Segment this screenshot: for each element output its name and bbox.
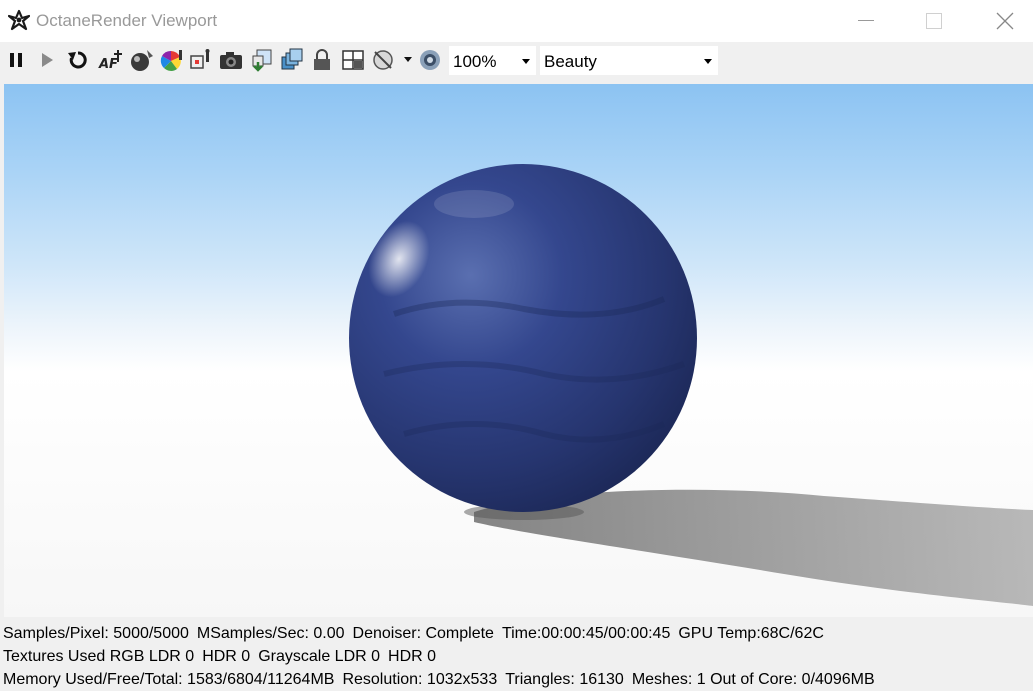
denoiser-status: Denoiser: Complete <box>352 625 494 642</box>
resolution-status: Resolution: 1032x533 <box>342 671 498 688</box>
export-button[interactable] <box>248 46 276 74</box>
close-button[interactable] <box>982 0 1028 42</box>
window-title: OctaneRender Viewport <box>36 11 218 30</box>
render-pass-select[interactable]: Beauty <box>539 45 719 76</box>
svg-text:AF: AF <box>98 57 118 72</box>
rendered-scene <box>349 164 1033 606</box>
color-picker-button[interactable] <box>158 46 186 74</box>
restart-button[interactable] <box>64 46 92 74</box>
clay-mode-icon <box>373 50 393 70</box>
toolbar: AF 100% Beauty <box>0 42 1033 78</box>
chevron-down-icon <box>404 57 412 62</box>
triangles-status: Triangles: 16130 <box>505 671 624 688</box>
autofocus-button[interactable]: AF <box>97 46 125 74</box>
minimize-button[interactable] <box>843 0 889 42</box>
color-picker-icon <box>160 50 182 71</box>
out-of-core-status: Out of Core: 0/4096MB <box>710 671 875 688</box>
textures-rgb-status: Textures Used RGB LDR 0 <box>3 648 195 665</box>
settings-button[interactable] <box>416 46 444 74</box>
export-icon <box>252 49 272 72</box>
samples-status: Samples/Pixel: 5000/5000 <box>3 625 189 642</box>
region-button[interactable] <box>340 46 368 74</box>
textures-gray-status: Grayscale LDR 0 <box>258 648 381 665</box>
layers-icon <box>281 48 303 70</box>
autofocus-icon: AF <box>98 50 122 72</box>
sphere <box>349 164 697 512</box>
pause-icon <box>10 53 22 67</box>
render-viewport[interactable] <box>4 84 1033 617</box>
status-line-render: Samples/Pixel: 5000/5000 MSamples/Sec: 0.… <box>3 625 824 643</box>
close-icon <box>996 12 1014 30</box>
msamples-status: MSamples/Sec: 0.00 <box>196 625 345 642</box>
focus-picker-button[interactable] <box>187 46 215 74</box>
focus-picker-icon <box>190 49 210 69</box>
camera-button[interactable] <box>217 46 245 74</box>
restart-icon <box>68 51 87 69</box>
render-pass-value: Beauty <box>544 52 597 71</box>
lock-button[interactable] <box>308 46 336 74</box>
lock-icon <box>314 49 330 70</box>
textures-hdr-status: HDR 0 <box>202 648 251 665</box>
maximize-button[interactable] <box>911 0 957 42</box>
minimize-icon <box>858 20 874 21</box>
meshes-status: Meshes: 1 <box>631 671 706 688</box>
clay-mode-button[interactable] <box>370 46 398 74</box>
chevron-down-icon <box>522 59 530 64</box>
material-picker-button[interactable] <box>128 46 156 74</box>
textures-gray-hdr-status: HDR 0 <box>388 648 437 665</box>
maximize-icon <box>926 13 942 29</box>
play-icon <box>42 53 53 67</box>
clay-mode-dropdown[interactable] <box>400 46 416 74</box>
octane-logo-icon <box>8 9 30 31</box>
status-line-memory: Memory Used/Free/Total: 1583/6804/11264M… <box>3 671 875 689</box>
region-icon <box>342 50 364 70</box>
layers-button[interactable] <box>278 46 306 74</box>
chevron-down-icon <box>704 59 712 64</box>
time-status: Time:00:00:45/00:00:45 <box>501 625 671 642</box>
start-button[interactable] <box>33 46 61 74</box>
memory-status: Memory Used/Free/Total: 1583/6804/11264M… <box>3 671 335 688</box>
gpu-temp-status: GPU Temp:68C/62C <box>678 625 824 642</box>
zoom-select[interactable]: 100% <box>448 45 537 76</box>
camera-icon <box>220 52 242 69</box>
material-picker-icon <box>131 50 153 71</box>
zoom-value: 100% <box>453 52 497 71</box>
pause-button[interactable] <box>2 46 30 74</box>
title-bar: OctaneRender Viewport <box>0 0 1033 42</box>
settings-icon <box>420 50 440 70</box>
status-line-textures: Textures Used RGB LDR 0 HDR 0 Grayscale LD… <box>3 648 436 666</box>
